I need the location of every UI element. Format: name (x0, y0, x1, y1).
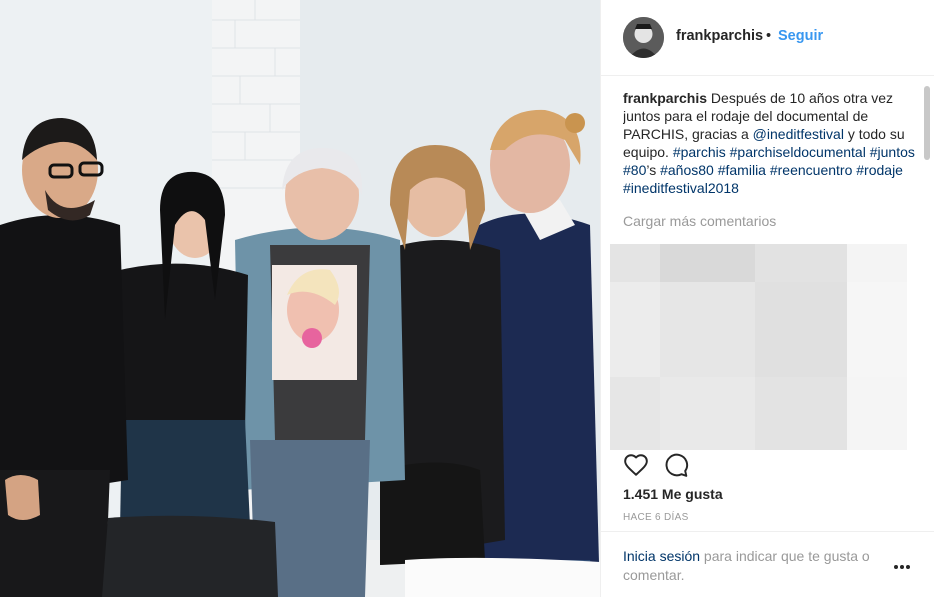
header-username-link[interactable]: frankparchis (676, 28, 763, 44)
comment-icon[interactable] (663, 452, 691, 480)
loading-placeholder (610, 244, 907, 450)
heart-icon[interactable] (623, 452, 651, 480)
caption-username-link[interactable]: frankparchis (623, 90, 707, 106)
post-header: frankparchis • Seguir (601, 0, 934, 76)
post-panel: frankparchis • Seguir frankparchis Despu… (600, 0, 934, 597)
login-prompt: Inicia sesión para indicar que te gusta … (623, 547, 893, 585)
hashtag-link[interactable]: #juntos (870, 144, 915, 160)
hashtag-link[interactable]: #parchiseldocumental (730, 144, 866, 160)
hashtag-link[interactable]: #familia (718, 162, 766, 178)
separator-dot: • (766, 28, 772, 44)
avatar-image (623, 17, 664, 58)
load-more-comments-button[interactable]: Cargar más comentarios (623, 213, 923, 229)
hashtag-link[interactable]: #ineditfestival2018 (623, 180, 739, 196)
like-count[interactable]: 1.451 Me gusta (623, 486, 723, 502)
more-options-icon[interactable] (894, 562, 912, 572)
caption: frankparchis Después de 10 años otra vez… (623, 89, 923, 197)
post-timestamp: HACE 6 DÍAS (623, 512, 689, 523)
mention-link[interactable]: @ineditfestival (753, 126, 844, 142)
hashtag-link[interactable]: #rodaje (856, 162, 903, 178)
post-photo[interactable] (0, 0, 600, 597)
avatar[interactable] (623, 17, 664, 58)
login-footer: Inicia sesión para indicar que te gusta … (601, 531, 934, 597)
hashtag-link[interactable]: #años80 (660, 162, 714, 178)
caption-suffix: ’s (646, 162, 657, 178)
scrollbar-thumb[interactable] (924, 86, 930, 160)
login-link[interactable]: Inicia sesión (623, 548, 700, 564)
follow-button[interactable]: Seguir (778, 28, 823, 44)
comments-scrollbar[interactable] (922, 80, 931, 440)
post-actions (623, 452, 743, 480)
post-photo-image (0, 0, 600, 597)
hashtag-link[interactable]: #parchis (673, 144, 726, 160)
hashtag-link[interactable]: #reencuentro (770, 162, 853, 178)
hashtag-link[interactable]: #80 (623, 162, 646, 178)
